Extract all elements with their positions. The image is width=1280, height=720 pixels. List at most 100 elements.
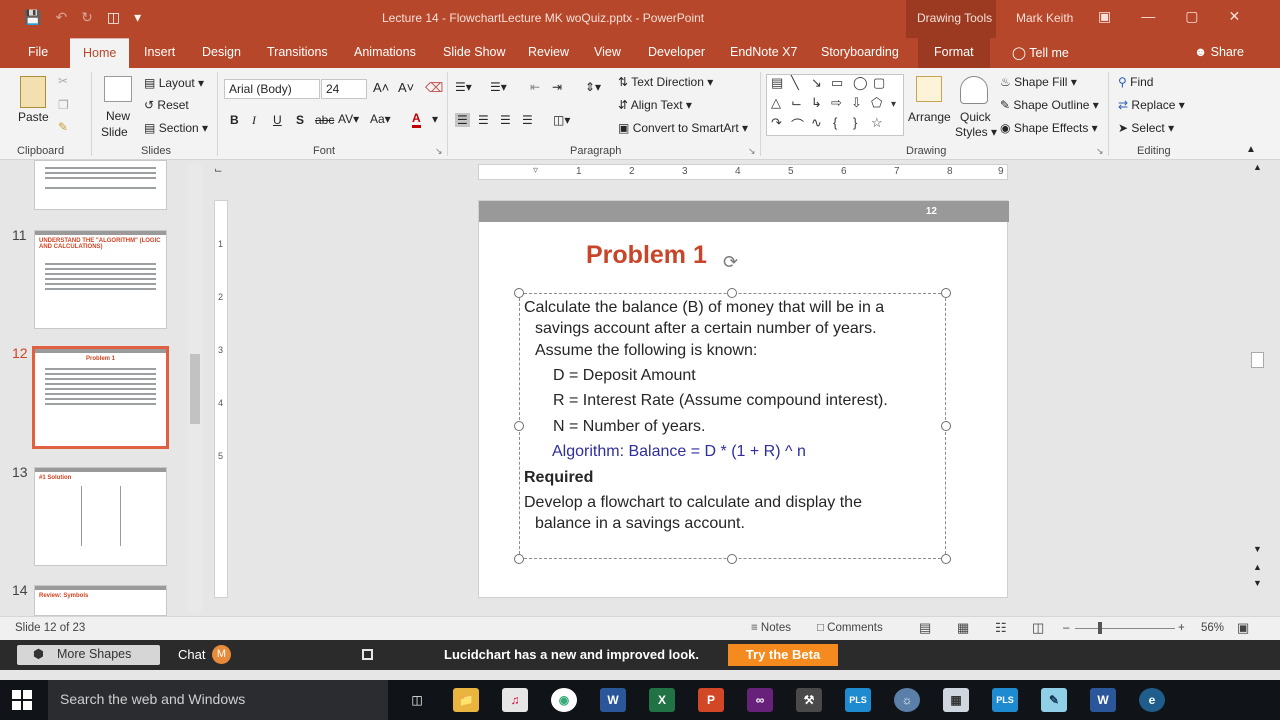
customize-qat-icon[interactable]: ▾	[134, 9, 141, 26]
drawing-dialog-launcher-icon[interactable]: ↘	[1096, 146, 1104, 157]
triangle-shape-icon[interactable]: △	[771, 95, 781, 111]
clear-formatting-icon[interactable]: ⌫	[425, 80, 443, 96]
paste-icon[interactable]	[20, 76, 46, 108]
layout-button[interactable]: ▤ Layout ▾	[144, 76, 204, 90]
rectangle-shape-icon[interactable]: ▭	[831, 75, 843, 91]
scroll-thumb[interactable]	[1251, 352, 1264, 368]
replace-button[interactable]: ⇄ Replace ▾	[1118, 98, 1185, 112]
thumbnail-scroll-thumb[interactable]	[190, 354, 200, 424]
arrange-button[interactable]: Arrange	[908, 110, 951, 124]
normal-view-icon[interactable]: ▤	[919, 620, 931, 636]
gallery-more-icon[interactable]: ▾	[891, 99, 896, 110]
previous-slide-icon[interactable]: ▲	[1253, 562, 1262, 572]
right-arrow-shape-icon[interactable]: ⇨	[831, 95, 842, 111]
close-icon[interactable]: ✕	[1228, 8, 1240, 25]
new-slide-button-line2[interactable]: Slide	[101, 125, 128, 139]
align-left-icon[interactable]: ☰	[455, 113, 470, 127]
justify-icon[interactable]: ☰	[522, 113, 533, 127]
freeform-shape-icon[interactable]: ∿	[811, 115, 822, 131]
reset-button[interactable]: ↺ Reset	[144, 98, 189, 112]
itunes-icon[interactable]: ♫	[502, 688, 528, 712]
shadow-icon[interactable]: S	[296, 113, 304, 127]
ie-icon[interactable]: e	[1139, 688, 1165, 712]
slide-thumbnail-12[interactable]: Problem 1	[32, 346, 169, 449]
line-shape-icon[interactable]: ╲	[791, 75, 799, 91]
resize-handle[interactable]	[727, 554, 737, 564]
zoom-slider[interactable]	[1075, 628, 1175, 629]
minimize-icon[interactable]: —	[1141, 8, 1155, 25]
slide-scrollbar[interactable]: ▲ ▼ ▲ ▼	[1250, 160, 1266, 616]
slide-sorter-icon[interactable]: ▦	[957, 620, 969, 636]
arrow-line-shape-icon[interactable]: ↘	[811, 75, 822, 91]
scroll-up-icon[interactable]: ▲	[1253, 162, 1262, 172]
taskbar-search-box[interactable]: Search the web and Windows	[48, 680, 388, 720]
convert-smartart-button[interactable]: ▣ Convert to SmartArt ▾	[618, 121, 748, 135]
grow-font-icon[interactable]: A˄	[373, 80, 389, 95]
tab-design[interactable]: Design	[202, 45, 241, 59]
pentagon-shape-icon[interactable]: ⬠	[871, 95, 882, 111]
present-icon[interactable]: ◫	[107, 9, 120, 26]
align-text-button[interactable]: ⇵ Align Text ▾	[618, 98, 692, 112]
shapes-gallery[interactable]: ▤ ╲ ↘ ▭ ◯ ▢ △ ⌙ ↳ ⇨ ⇩ ⬠ ↷ ⌒ ∿ { } ☆ ▾	[766, 74, 904, 136]
tab-review[interactable]: Review	[528, 45, 569, 59]
try-beta-button[interactable]: Try the Beta	[728, 644, 838, 666]
resize-handle[interactable]	[514, 288, 524, 298]
quick-styles-button[interactable]: Quick	[960, 110, 991, 124]
restore-icon[interactable]	[362, 649, 373, 660]
new-slide-button[interactable]: New	[106, 109, 130, 123]
powerpoint-icon[interactable]: P	[698, 688, 724, 712]
windows-start-icon[interactable]	[12, 690, 32, 710]
paste-button[interactable]: Paste	[18, 110, 49, 124]
tab-format[interactable]: Format	[918, 38, 990, 68]
arc-shape-icon[interactable]: ⌒	[791, 115, 804, 134]
zoom-out-icon[interactable]: –	[1063, 622, 1069, 634]
word-icon[interactable]: W	[600, 688, 626, 712]
tab-transitions[interactable]: Transitions	[267, 45, 328, 59]
numbering-icon[interactable]: ☰▾	[490, 80, 507, 94]
quick-styles-button-line2[interactable]: Styles ▾	[955, 125, 997, 139]
slide-thumbnail-13[interactable]: #1 Solution	[34, 467, 167, 566]
increase-indent-icon[interactable]: ⇥	[552, 80, 562, 94]
redo-icon[interactable]: ↻	[81, 9, 93, 26]
elbow-connector-icon[interactable]: ⌙	[791, 95, 802, 111]
tab-home[interactable]: Home	[70, 38, 130, 68]
tab-file[interactable]: File	[28, 45, 48, 59]
shape-fill-button[interactable]: ♨ Shape Fill ▾	[1000, 75, 1077, 89]
section-button[interactable]: ▤ Section ▾	[144, 121, 208, 135]
thumbnail-scrollbar[interactable]	[188, 164, 202, 612]
font-name-field[interactable]: Arial (Body)	[224, 79, 320, 99]
font-size-field[interactable]: 24	[321, 79, 367, 99]
align-right-icon[interactable]: ☰	[500, 113, 511, 127]
pls-icon-2[interactable]: PLS	[992, 688, 1018, 712]
shape-outline-button[interactable]: ✎ Shape Outline ▾	[1000, 98, 1099, 112]
tab-developer[interactable]: Developer	[648, 45, 705, 59]
bullets-icon[interactable]: ☰▾	[455, 80, 472, 94]
chat-button[interactable]: Chat	[178, 647, 205, 662]
brace-left-shape-icon[interactable]: {	[833, 115, 837, 130]
indent-marker-icon[interactable]: ▿	[533, 165, 538, 176]
save-icon[interactable]: 💾	[24, 9, 41, 26]
collapse-ribbon-icon[interactable]: ▲	[1246, 144, 1256, 155]
next-slide-icon[interactable]: ▼	[1253, 578, 1262, 588]
resize-handle[interactable]	[941, 288, 951, 298]
new-slide-icon[interactable]	[104, 76, 132, 102]
down-arrow-shape-icon[interactable]: ⇩	[851, 95, 862, 111]
tab-slide-show[interactable]: Slide Show	[443, 45, 506, 59]
task-view-icon[interactable]: ◫	[404, 688, 430, 712]
resize-handle[interactable]	[941, 554, 951, 564]
shape-effects-button[interactable]: ◉ Shape Effects ▾	[1000, 121, 1098, 135]
tab-view[interactable]: View	[594, 45, 621, 59]
find-button[interactable]: ⚲ Find	[1118, 75, 1153, 89]
arrange-icon[interactable]	[916, 76, 942, 102]
copy-icon[interactable]: ❐	[58, 98, 69, 112]
tell-me[interactable]: ◯ Tell me	[1012, 45, 1069, 60]
tools-icon[interactable]: ⚒	[796, 688, 822, 712]
paragraph-dialog-launcher-icon[interactable]: ↘	[748, 146, 756, 157]
cut-icon[interactable]: ✂	[58, 74, 68, 88]
excel-icon[interactable]: X	[649, 688, 675, 712]
user-name[interactable]: Mark Keith	[1016, 11, 1073, 25]
oval-shape-icon[interactable]: ◯	[853, 75, 868, 91]
zoom-slider-thumb[interactable]	[1098, 622, 1102, 634]
reading-view-icon[interactable]: ☷	[995, 620, 1007, 636]
line-spacing-icon[interactable]: ⇕▾	[585, 80, 601, 94]
